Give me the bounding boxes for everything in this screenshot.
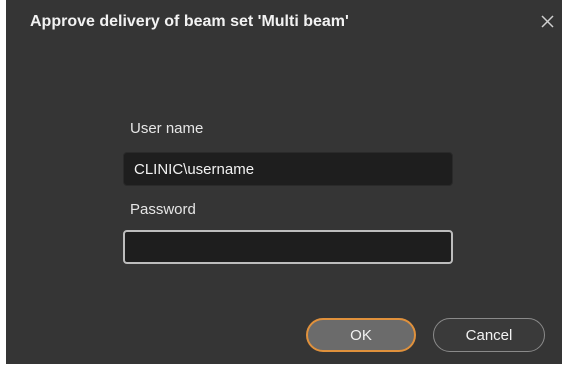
close-icon (540, 14, 554, 28)
username-label: User name (130, 120, 204, 137)
username-field[interactable] (123, 152, 453, 186)
close-button[interactable] (534, 8, 560, 34)
cancel-button[interactable]: Cancel (433, 318, 545, 352)
ok-button[interactable]: OK (306, 318, 416, 352)
password-label: Password (130, 201, 196, 218)
password-field[interactable] (123, 230, 453, 264)
approve-delivery-dialog: Approve delivery of beam set 'Multi beam… (6, 0, 562, 364)
dialog-title: Approve delivery of beam set 'Multi beam… (30, 13, 349, 30)
